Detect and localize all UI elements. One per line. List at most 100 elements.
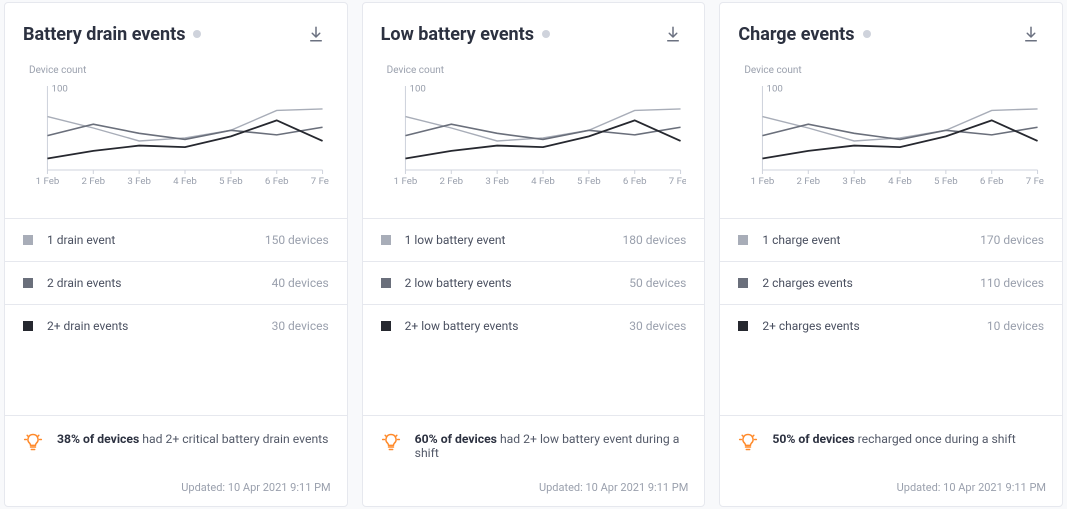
legend-label: 1 charge event: [762, 233, 840, 247]
legend-row: 2+ charges events 10 devices: [720, 305, 1062, 347]
svg-text:100: 100: [52, 84, 68, 95]
insight-bold: 50% of devices: [772, 432, 854, 446]
legend-label: 2+ drain events: [47, 319, 128, 333]
legend-value: 30 devices: [272, 319, 329, 333]
line-chart: 100 1 Feb 2 Feb 3 Feb 4 Feb 5 Feb 6 Feb 7 Feb: [381, 80, 687, 190]
insight-bold: 38% of devices: [57, 432, 139, 446]
svg-text:7 Feb: 7 Feb: [668, 176, 686, 187]
svg-text:100: 100: [409, 84, 425, 95]
swatch-icon: [738, 235, 748, 245]
legend-label: 1 drain event: [47, 233, 115, 247]
chart-ylabel: Device count: [23, 65, 329, 76]
legend-label: 2 drain events: [47, 276, 122, 290]
svg-text:1 Feb: 1 Feb: [393, 176, 417, 187]
legend-label: 2 low battery events: [405, 276, 512, 290]
insight-text: 38% of devices had 2+ critical battery d…: [57, 432, 328, 446]
line-chart: 100 1 Feb 2 Feb 3 Feb 4 Feb 5 Feb 6 Feb 7 Feb: [23, 80, 329, 190]
svg-text:5 Feb: 5 Feb: [219, 176, 243, 187]
updated-timestamp: Updated: 10 Apr 2021 9:11 PM: [720, 475, 1062, 506]
svg-text:2 Feb: 2 Feb: [81, 176, 105, 187]
svg-text:6 Feb: 6 Feb: [623, 176, 647, 187]
legend-row: 2 charges events 110 devices: [720, 262, 1062, 305]
card-title: Battery drain events: [23, 24, 185, 45]
legend-list: 1 charge event 170 devices 2 charges eve…: [720, 218, 1062, 347]
lightbulb-icon: [738, 432, 758, 452]
chart-ylabel: Device count: [738, 65, 1044, 76]
chart-area: Device count 100 1 Feb 2 Feb 3 Feb 4 Feb 5 Fe…: [363, 57, 705, 190]
info-icon[interactable]: [863, 30, 871, 38]
info-icon[interactable]: [542, 30, 550, 38]
legend-row: 2 low battery events 50 devices: [363, 262, 705, 305]
card-low-battery: Low battery events Device count 100 1 Feb…: [362, 2, 706, 507]
svg-text:7 Feb: 7 Feb: [1026, 176, 1044, 187]
chart-ylabel: Device count: [381, 65, 687, 76]
card-charge-events: Charge events Device count 100 1 Feb 2 Feb…: [719, 2, 1063, 507]
svg-text:4 Feb: 4 Feb: [531, 176, 555, 187]
download-icon: [664, 25, 682, 43]
card-header: Battery drain events: [5, 3, 347, 57]
chart-area: Device count 1001 Feb2 Feb3 Feb4 Feb5 Fe…: [720, 57, 1062, 190]
legend-list: 1 low battery event 180 devices 2 low ba…: [363, 218, 705, 347]
updated-timestamp: Updated: 10 Apr 2021 9:11 PM: [363, 475, 705, 506]
download-button[interactable]: [303, 21, 329, 47]
svg-text:7 Feb: 7 Feb: [311, 176, 329, 187]
svg-text:3 Feb: 3 Feb: [127, 176, 151, 187]
svg-text:1 Feb: 1 Feb: [36, 176, 60, 187]
chart-area: Device count 100 1 Feb 2 Feb 3 Feb 4 Feb 5 Fe…: [5, 57, 347, 190]
swatch-icon: [381, 278, 391, 288]
legend-value: 50 devices: [629, 276, 686, 290]
legend-row: 1 drain event 150 devices: [5, 219, 347, 262]
insight-bold: 60% of devices: [415, 432, 497, 446]
insight-rest: recharged once during a shift: [855, 432, 1016, 446]
legend-value: 180 devices: [623, 233, 687, 247]
legend-list: 1 drain event 150 devices 2 drain events…: [5, 218, 347, 347]
lightbulb-icon: [23, 432, 43, 452]
svg-text:2 Feb: 2 Feb: [797, 176, 821, 187]
card-header: Charge events: [720, 3, 1062, 57]
legend-value: 110 devices: [980, 276, 1044, 290]
info-icon[interactable]: [193, 30, 201, 38]
legend-value: 150 devices: [265, 233, 329, 247]
svg-text:100: 100: [767, 84, 783, 95]
swatch-icon: [381, 235, 391, 245]
insight-text: 60% of devices had 2+ low battery event …: [415, 432, 687, 460]
swatch-icon: [381, 321, 391, 331]
line-chart: 1001 Feb2 Feb3 Feb4 Feb5 Feb6 Feb7 Feb: [738, 80, 1044, 190]
svg-text:4 Feb: 4 Feb: [889, 176, 913, 187]
legend-row: 1 charge event 170 devices: [720, 219, 1062, 262]
legend-label: 2 charges events: [762, 276, 853, 290]
svg-text:2 Feb: 2 Feb: [439, 176, 463, 187]
updated-timestamp: Updated: 10 Apr 2021 9:11 PM: [5, 475, 347, 506]
legend-label: 1 low battery event: [405, 233, 506, 247]
card-title: Charge events: [738, 24, 854, 45]
svg-text:1 Feb: 1 Feb: [751, 176, 775, 187]
svg-text:4 Feb: 4 Feb: [173, 176, 197, 187]
lightbulb-icon: [381, 432, 401, 452]
legend-row: 1 low battery event 180 devices: [363, 219, 705, 262]
swatch-icon: [738, 278, 748, 288]
legend-label: 2+ low battery events: [405, 319, 519, 333]
download-icon: [1022, 25, 1040, 43]
card-title: Low battery events: [381, 24, 534, 45]
svg-text:5 Feb: 5 Feb: [577, 176, 601, 187]
swatch-icon: [738, 321, 748, 331]
cards-row: Battery drain events Device count 100 1 F…: [0, 0, 1067, 509]
insight-row: 50% of devices recharged once during a s…: [720, 415, 1062, 475]
card-battery-drain: Battery drain events Device count 100 1 F…: [4, 2, 348, 507]
legend-label: 2+ charges events: [762, 319, 859, 333]
svg-text:3 Feb: 3 Feb: [485, 176, 509, 187]
swatch-icon: [23, 235, 33, 245]
legend-value: 40 devices: [272, 276, 329, 290]
legend-row: 2 drain events 40 devices: [5, 262, 347, 305]
insight-text: 50% of devices recharged once during a s…: [772, 432, 1015, 446]
download-button[interactable]: [1018, 21, 1044, 47]
legend-row: 2+ drain events 30 devices: [5, 305, 347, 347]
legend-value: 10 devices: [987, 319, 1044, 333]
swatch-icon: [23, 321, 33, 331]
svg-text:6 Feb: 6 Feb: [265, 176, 289, 187]
download-button[interactable]: [660, 21, 686, 47]
insight-rest: had 2+ critical battery drain events: [139, 432, 328, 446]
legend-value: 170 devices: [980, 233, 1044, 247]
svg-text:6 Feb: 6 Feb: [980, 176, 1004, 187]
card-header: Low battery events: [363, 3, 705, 57]
